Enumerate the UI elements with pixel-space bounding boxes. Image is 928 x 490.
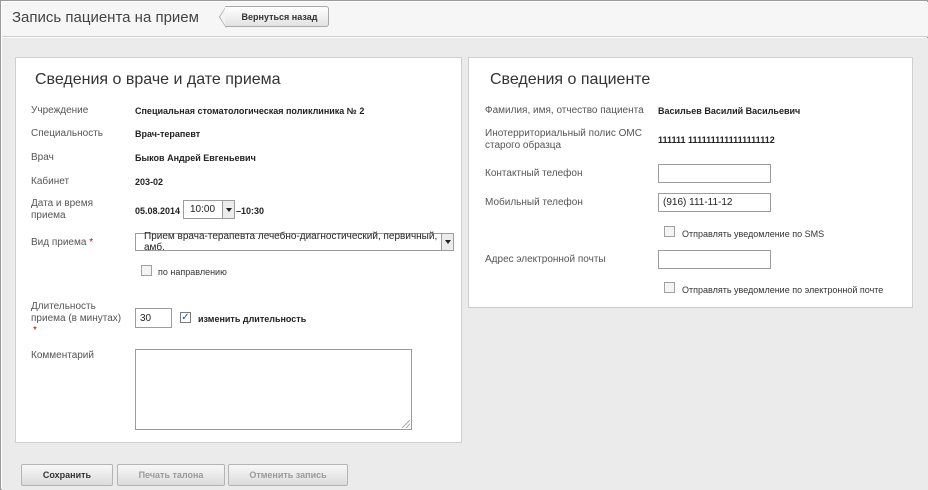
- datetime-label: Дата и время приема: [31, 198, 94, 221]
- print-ticket-button[interactable]: Печать талона: [117, 464, 225, 486]
- doctor-value: Быков Андрей Евгеньевич: [135, 153, 256, 163]
- back-button[interactable]: Вернуться назад: [225, 6, 329, 27]
- window-frame: Запись пациента на прием Вернуться назад…: [0, 0, 928, 490]
- time-dropdown-arrow-icon[interactable]: [222, 201, 234, 218]
- sms-notify-checkbox[interactable]: [664, 226, 675, 237]
- doctor-panel-title: Сведения о враче и дате приема: [35, 71, 281, 88]
- policy-label: Инотерриториальный полис ОМС старого обр…: [485, 128, 642, 151]
- email-input[interactable]: [658, 250, 771, 269]
- visit-type-label-text: Вид приема: [31, 237, 87, 248]
- content-area: Сведения о враче и дате приема Учреждени…: [2, 38, 928, 454]
- patient-name-label: Фамилия, имя, отчество пациента: [485, 105, 644, 116]
- resize-grip-icon[interactable]: [402, 420, 410, 428]
- contact-phone-input[interactable]: [658, 164, 771, 183]
- visit-type-label: Вид приема *: [31, 237, 93, 249]
- visit-type-select[interactable]: Прием врача-терапевта лечебно-диагностич…: [135, 231, 454, 253]
- email-notify-label: Отправлять уведомление по электронной по…: [682, 285, 884, 295]
- patient-panel-title: Сведения о пациенте: [490, 71, 651, 88]
- comment-textarea[interactable]: [135, 349, 412, 430]
- cabinet-label: Кабинет: [31, 176, 70, 187]
- date-value[interactable]: 05.08.2014: [135, 206, 180, 216]
- institution-value: Специальная стоматологическая поликлиник…: [135, 106, 365, 116]
- duration-label: Длительность приема (в минутах): [31, 301, 122, 324]
- patient-info-panel: Сведения о пациенте Фамилия, имя, отчест…: [468, 57, 913, 308]
- footer-toolbar: Сохранить Печать талона Отменить запись: [2, 454, 928, 490]
- time-select-value: 10:00: [190, 204, 216, 215]
- cabinet-value: 203-02: [135, 177, 164, 187]
- mobile-phone-label: Мобильный телефон: [485, 197, 583, 208]
- specialty-label: Специальность: [31, 128, 103, 139]
- change-duration-label: изменить длительность: [198, 314, 307, 324]
- institution-label: Учреждение: [31, 105, 89, 116]
- save-button[interactable]: Сохранить: [21, 464, 113, 486]
- page-title: Запись пациента на прием: [12, 9, 199, 26]
- specialty-value: Врач-терапевт: [135, 129, 201, 139]
- end-time-value: –10:30: [236, 206, 265, 216]
- contact-phone-label: Контактный телефон: [485, 168, 583, 179]
- duration-required-mark: *: [33, 325, 37, 336]
- page-header: Запись пациента на прием: [2, 2, 928, 37]
- email-label: Адрес электронной почты: [485, 254, 606, 265]
- time-select[interactable]: 10:00: [183, 200, 235, 219]
- doctor-label: Врач: [31, 152, 54, 163]
- required-mark: *: [89, 237, 94, 248]
- doctor-info-panel: Сведения о враче и дате приема Учреждени…: [15, 57, 462, 443]
- mobile-phone-input[interactable]: (916) 111-11-12: [658, 193, 771, 212]
- patient-name-value: Васильев Василий Васильевич: [658, 106, 801, 116]
- email-notify-checkbox[interactable]: [664, 282, 675, 293]
- change-duration-checkbox[interactable]: ✓: [180, 312, 191, 323]
- sms-notify-label: Отправлять уведомление по SMS: [682, 229, 825, 239]
- visit-type-dropdown-arrow-icon[interactable]: [441, 234, 453, 250]
- referral-label: по направлению: [158, 267, 227, 277]
- duration-input[interactable]: 30: [135, 308, 172, 328]
- policy-value: 111111 1111111111111111112: [658, 135, 775, 145]
- visit-type-select-value: Прием врача-терапевта лечебно-диагностич…: [144, 231, 438, 253]
- comment-label: Комментарий: [31, 350, 94, 361]
- cancel-appointment-button[interactable]: Отменить запись: [228, 464, 348, 486]
- referral-checkbox[interactable]: [141, 265, 152, 276]
